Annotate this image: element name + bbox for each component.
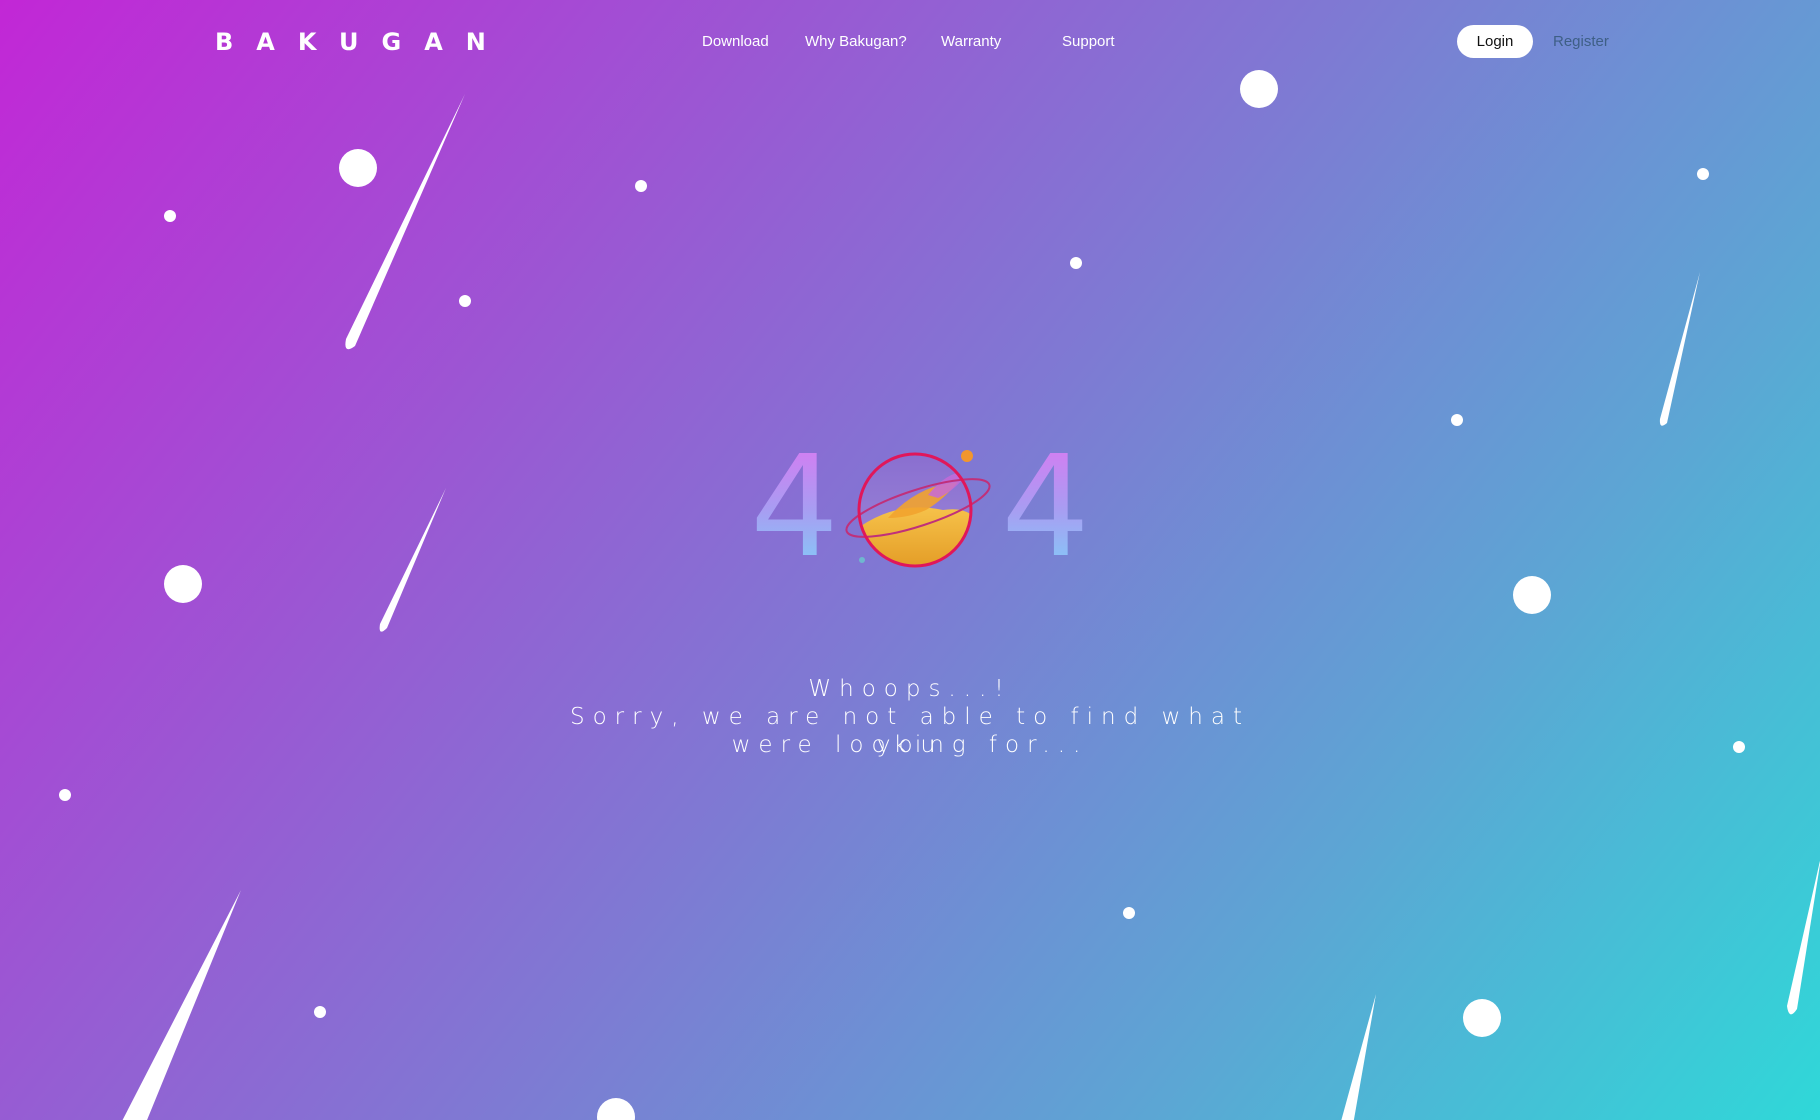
login-button[interactable]: Login [1457,25,1533,58]
brand-logo[interactable]: BAKUGAN [215,28,509,56]
star-dot-icon [1070,257,1082,269]
nav-warranty[interactable]: Warranty [941,33,1001,50]
star-dot-icon [1123,907,1135,919]
star-dot-icon [59,789,71,801]
error-digit-left: 4 [750,426,840,589]
star-dot-icon [1513,576,1551,614]
error-title: Whoops...! [808,676,1012,702]
nav-download[interactable]: Download [702,33,769,50]
meteor-icon [1787,860,1820,1015]
star-dot-icon [1451,414,1463,426]
star-dot-icon [314,1006,326,1018]
star-dot-icon [597,1098,635,1120]
star-dot-icon [339,149,377,187]
error-digit-right: 4 [1001,426,1091,589]
star-dot-icon [1733,741,1745,753]
meteor-icon [122,890,241,1120]
meteor-icon [1341,994,1376,1120]
star-dot-icon [1240,70,1278,108]
star-dot-icon [635,180,647,192]
register-link[interactable]: Register [1553,33,1609,50]
nav-support[interactable]: Support [1062,33,1115,50]
planet-zero-icon [838,440,998,580]
error-message-line-2: were looking for... [731,732,1089,758]
star-dot-icon [1463,999,1501,1037]
nav-why-bakugan[interactable]: Why Bakugan? [805,33,907,50]
meteor-icon [1659,272,1700,426]
star-dot-icon [1697,168,1709,180]
meteor-icon [379,488,446,632]
star-dot-icon [459,295,471,307]
star-dot-icon [164,565,202,603]
meteor-icon [345,94,465,350]
star-dot-icon [164,210,176,222]
